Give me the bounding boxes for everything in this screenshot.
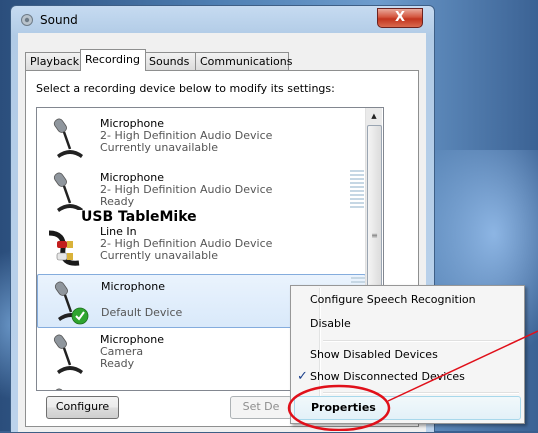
- annotation-device-label: USB TableMike: [77, 210, 240, 225]
- title-bar[interactable]: Sound X: [11, 6, 434, 34]
- menu-item-show-disabled[interactable]: Show Disabled Devices: [294, 344, 521, 366]
- device-status: Currently unavailable: [100, 249, 218, 262]
- device-name: Microphone: [101, 280, 166, 293]
- checkmark-icon: ✓: [297, 369, 308, 384]
- menu-item-properties[interactable]: Properties: [294, 396, 521, 420]
- microphone-icon: [53, 388, 67, 390]
- device-status: Ready: [100, 357, 135, 370]
- microphone-icon: [53, 334, 83, 374]
- menu-separator: [323, 340, 519, 342]
- menu-item-label: Configure Speech Recognition: [310, 293, 476, 306]
- tab-recording[interactable]: Recording: [80, 49, 146, 71]
- level-meter: [350, 170, 364, 210]
- window-title: Sound: [40, 13, 78, 27]
- line-in-cable-icon: [48, 230, 80, 266]
- scroll-up-arrow-icon[interactable]: ▲: [366, 108, 382, 124]
- grip-icon: ≡: [371, 231, 378, 240]
- menu-item-configure-speech[interactable]: Configure Speech Recognition: [294, 289, 521, 311]
- tab-communications[interactable]: Communications: [195, 52, 292, 70]
- close-button[interactable]: X: [377, 8, 423, 28]
- menu-separator: [323, 392, 519, 394]
- speaker-icon: [21, 14, 33, 26]
- device-status: Default Device: [101, 306, 183, 319]
- tab-sounds[interactable]: Sounds: [144, 52, 197, 70]
- menu-item-label: Disable: [310, 317, 351, 330]
- device-item[interactable]: Line In 2- High Definition Audio Device …: [37, 220, 366, 272]
- device-status: Ready: [100, 195, 135, 208]
- menu-item-show-disconnected[interactable]: Show Disconnected Devices ✓: [294, 366, 521, 388]
- set-default-button[interactable]: Set De: [230, 396, 292, 419]
- device-item[interactable]: Microphone 2- High Definition Audio Devi…: [37, 112, 366, 164]
- menu-item-label: Properties: [311, 401, 376, 414]
- configure-button[interactable]: Configure: [46, 396, 119, 419]
- menu-item-label: Show Disabled Devices: [310, 348, 438, 361]
- tab-playback[interactable]: Playback: [25, 52, 82, 70]
- microphone-icon: [53, 118, 83, 158]
- microphone-default-icon: [54, 281, 89, 325]
- device-status: Currently unavailable: [100, 141, 218, 154]
- context-menu: Configure Speech Recognition Disable Sho…: [290, 285, 525, 424]
- menu-item-disable[interactable]: Disable: [294, 313, 521, 335]
- instruction-text: Select a recording device below to modif…: [36, 82, 335, 95]
- menu-item-label: Show Disconnected Devices: [310, 370, 465, 383]
